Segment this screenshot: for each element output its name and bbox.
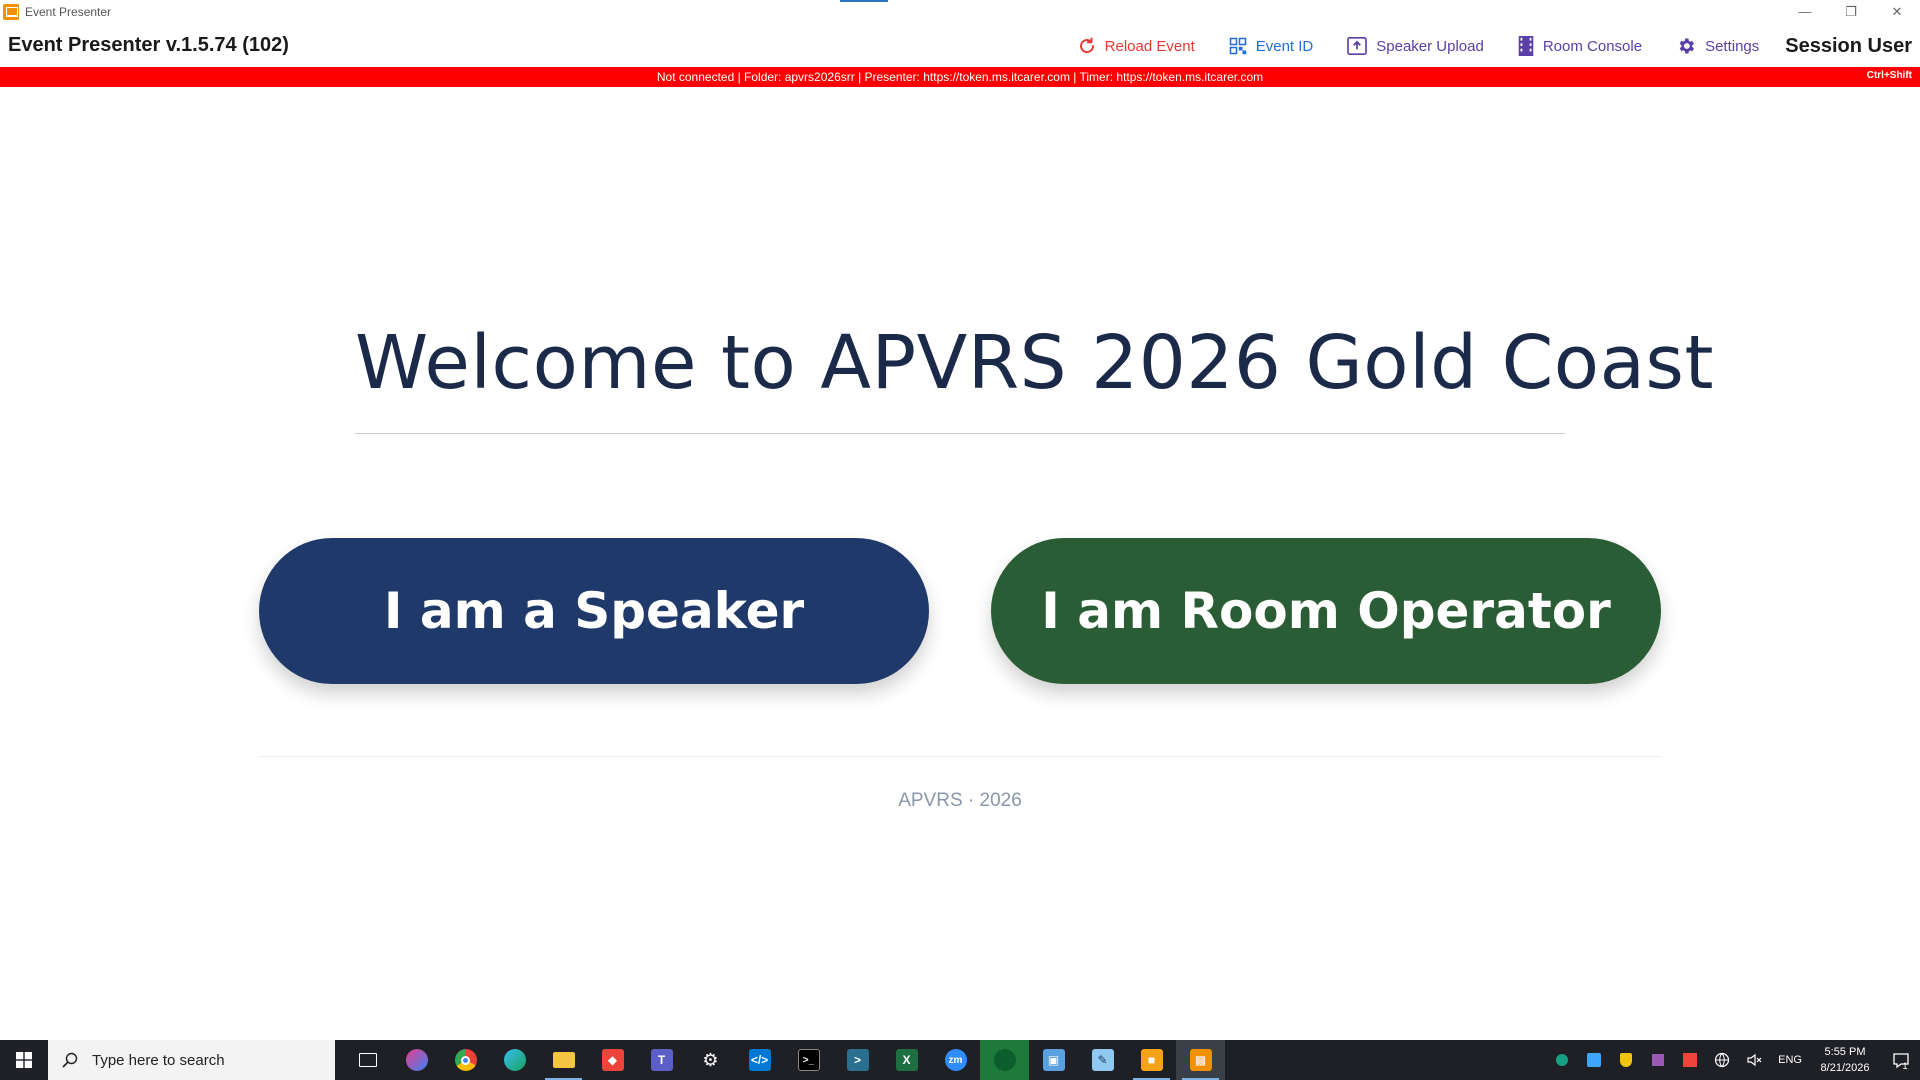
language-indicator[interactable]: ENG	[1770, 1054, 1810, 1066]
settings-label: Settings	[1705, 37, 1760, 55]
monitor-app-icon[interactable]: ▣	[1029, 1040, 1078, 1080]
vscode-icon[interactable]: </>	[735, 1040, 784, 1080]
search-placeholder: Type here to search	[92, 1051, 225, 1069]
task-view-icon[interactable]	[343, 1040, 392, 1080]
taskbar-apps: ◆ T ⚙ </> >_ > X zm ▣ ✎ ■ ▩	[343, 1040, 1225, 1080]
excel-icon[interactable]: X	[882, 1040, 931, 1080]
app-title: Event Presenter v.1.5.74 (102)	[8, 34, 289, 56]
network-icon[interactable]	[1706, 1040, 1738, 1080]
orange-app-icon[interactable]: ■	[1127, 1040, 1176, 1080]
taskbar-clock[interactable]: 5:55 PM 8/21/2026	[1810, 1044, 1880, 1076]
app-icon	[3, 3, 19, 20]
tray-shield-icon[interactable]	[1610, 1040, 1642, 1080]
notification-count: 1	[1902, 1061, 1908, 1071]
app-header: Event Presenter v.1.5.74 (102) Reload Ev…	[0, 24, 1920, 67]
teams-icon[interactable]: T	[637, 1040, 686, 1080]
chrome-icon[interactable]	[441, 1040, 490, 1080]
paint-icon[interactable]	[392, 1040, 441, 1080]
welcome-heading: Welcome to APVRS 2026 Gold Coast	[355, 320, 1714, 406]
window-titlebar: Event Presenter — ❐ ✕	[0, 0, 1920, 23]
room-console-button[interactable]: Room Console	[1518, 36, 1642, 56]
restore-button[interactable]: ❐	[1828, 0, 1874, 23]
room-console-label: Room Console	[1542, 37, 1643, 55]
terminal-icon[interactable]: >_	[784, 1040, 833, 1080]
anydesk-icon[interactable]: ◆	[588, 1040, 637, 1080]
reload-event-button[interactable]: Reload Event	[1078, 37, 1195, 55]
upload-icon	[1347, 37, 1368, 55]
shortcut-hint: Ctrl+Shift	[1866, 70, 1912, 81]
taskbar-search[interactable]: Type here to search	[48, 1040, 335, 1080]
windows-taskbar: Type here to search ◆ T ⚙ </> >_ > X zm …	[0, 1040, 1920, 1080]
status-text: Not connected | Folder: apvrs2026srr | P…	[656, 70, 1264, 84]
gear-icon	[1679, 38, 1695, 54]
clock-date: 8/21/2026	[1820, 1062, 1870, 1074]
zoom-icon[interactable]: zm	[931, 1040, 980, 1080]
event-id-label: Event ID	[1255, 37, 1314, 55]
edge-icon[interactable]	[490, 1040, 539, 1080]
green-app-icon[interactable]	[980, 1040, 1029, 1080]
qr-code-icon	[1229, 37, 1246, 55]
clock-time: 5:55 PM	[1824, 1046, 1866, 1058]
tray-network-app-icon[interactable]	[1642, 1040, 1674, 1080]
connection-status-bar: Not connected | Folder: apvrs2026srr | P…	[0, 67, 1920, 87]
search-icon	[62, 1052, 78, 1068]
footer-divider	[259, 756, 1661, 757]
footer-text: APVRS · 2026	[898, 790, 1022, 811]
reload-icon	[1079, 37, 1094, 53]
notepad-icon[interactable]: ✎	[1078, 1040, 1127, 1080]
film-icon	[1518, 36, 1534, 56]
speaker-upload-label: Speaker Upload	[1376, 37, 1484, 55]
settings-app-icon[interactable]: ⚙	[686, 1040, 735, 1080]
system-tray: ENG 5:55 PM 8/21/2026 1	[1546, 1040, 1920, 1080]
heading-divider	[355, 433, 1565, 434]
event-presenter-taskbar-icon[interactable]: ▩	[1176, 1040, 1225, 1080]
close-button[interactable]: ✕	[1874, 0, 1920, 23]
volume-muted-icon[interactable]	[1738, 1040, 1770, 1080]
tray-sync-icon[interactable]	[1578, 1040, 1610, 1080]
titlebar-accent	[840, 0, 888, 2]
speaker-upload-button[interactable]: Speaker Upload	[1347, 37, 1484, 55]
minimize-button[interactable]: —	[1782, 0, 1828, 23]
start-button[interactable]	[0, 1040, 48, 1080]
windows-logo-icon	[16, 1052, 32, 1068]
event-id-button[interactable]: Event ID	[1229, 37, 1314, 55]
notification-center-icon[interactable]: 1	[1880, 1040, 1920, 1080]
room-operator-button[interactable]: I am Room Operator	[991, 538, 1661, 684]
file-explorer-icon[interactable]	[539, 1040, 588, 1080]
header-nav: Reload Event Event ID Speaker Upload Roo…	[1044, 32, 1912, 60]
session-user[interactable]: Session User	[1785, 35, 1912, 58]
speaker-button[interactable]: I am a Speaker	[259, 538, 929, 684]
tray-app-icon[interactable]	[1546, 1040, 1578, 1080]
tray-anydesk-icon[interactable]	[1674, 1040, 1706, 1080]
settings-button[interactable]: Settings	[1676, 36, 1759, 56]
powershell-icon[interactable]: >	[833, 1040, 882, 1080]
window-controls: — ❐ ✕	[1782, 0, 1920, 23]
window-title: Event Presenter	[25, 4, 112, 19]
reload-event-label: Reload Event	[1104, 37, 1195, 55]
